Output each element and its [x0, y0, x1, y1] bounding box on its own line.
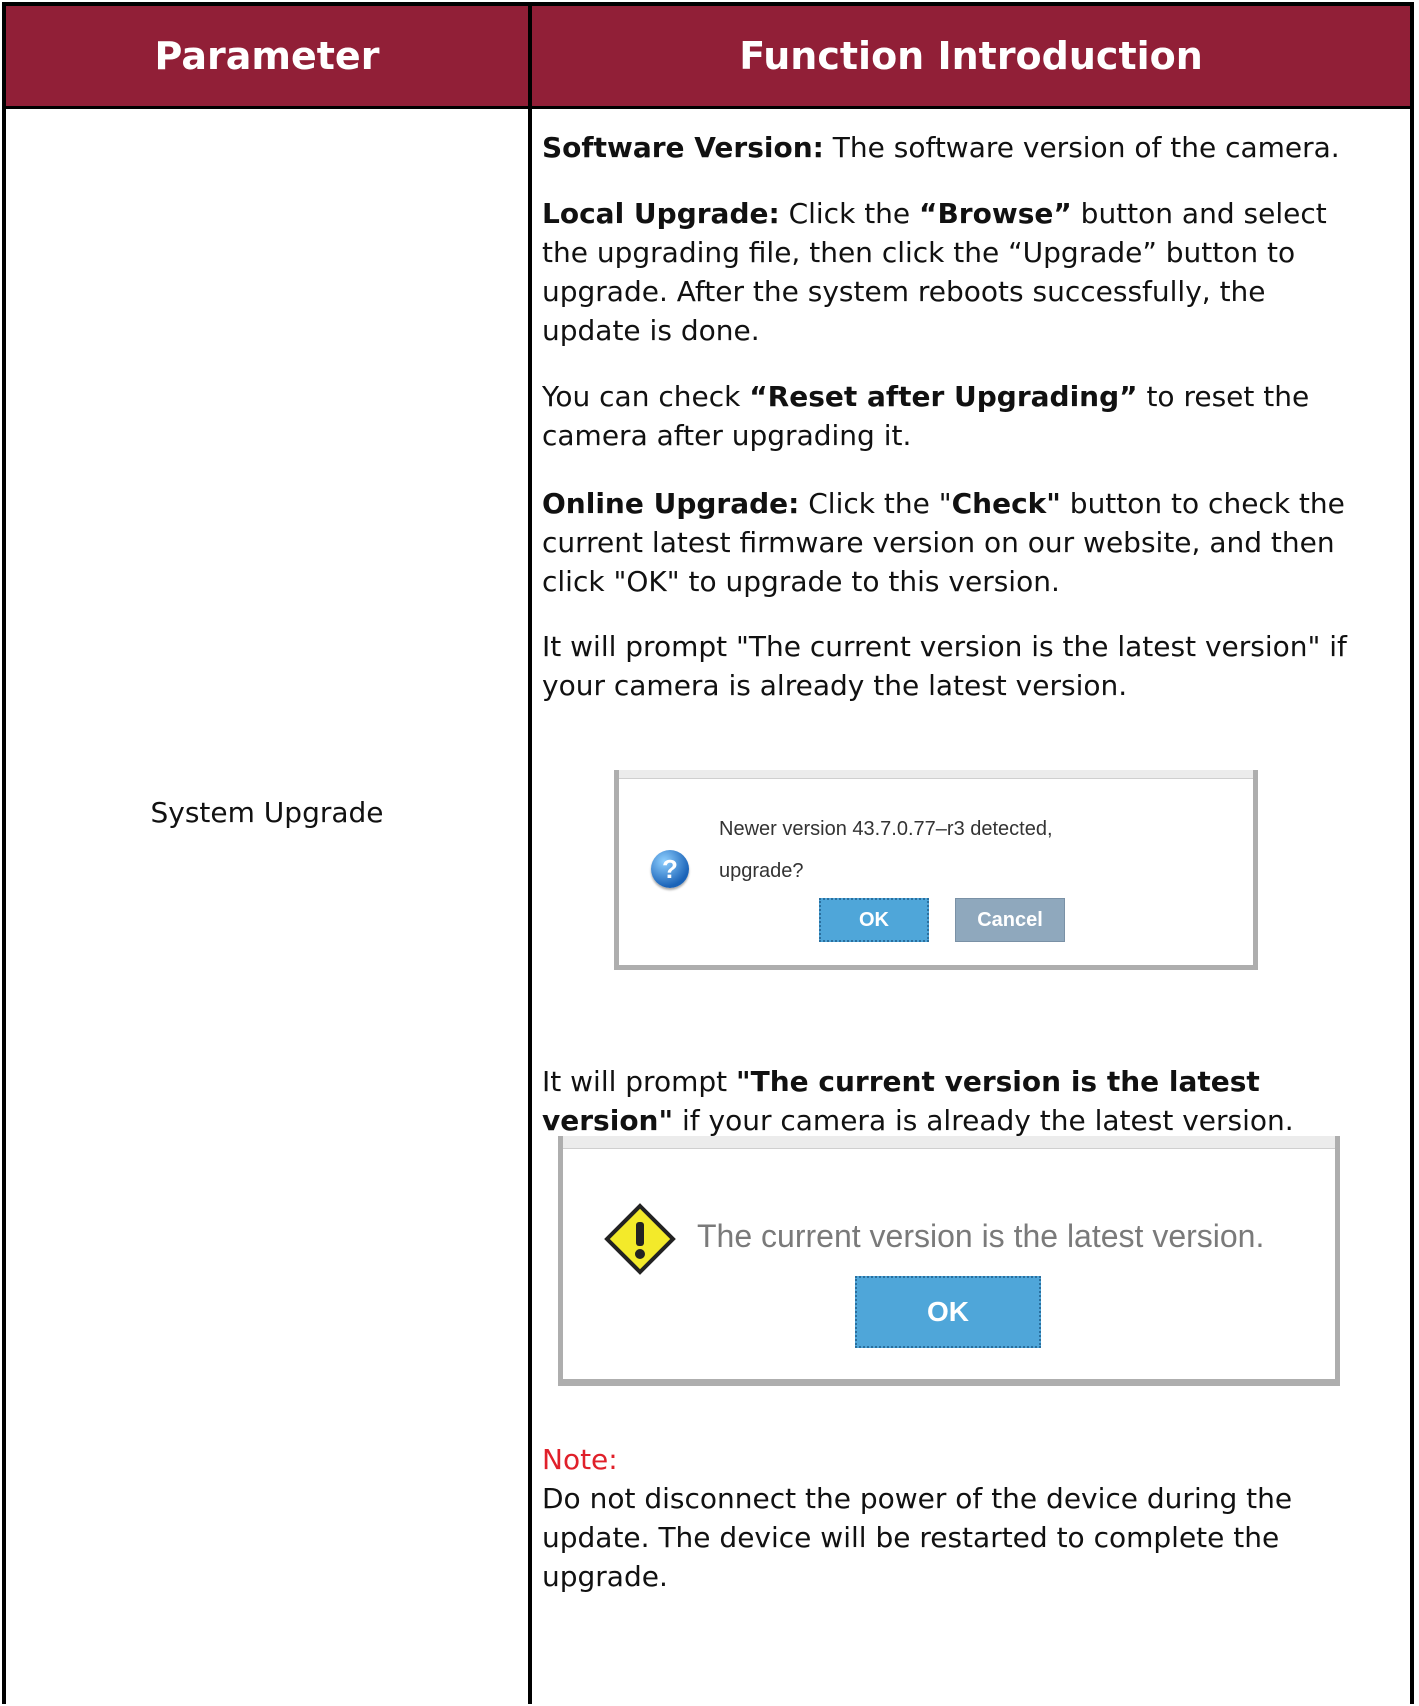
- software-version-label: Software Version:: [542, 131, 824, 164]
- ok-button[interactable]: OK: [819, 898, 929, 942]
- function-description: Software Version: The software version o…: [542, 128, 1372, 705]
- newer-version-message: Newer version 43.7.0.77–r3 detected, upg…: [719, 808, 1053, 892]
- online-upgrade-paragraph: Online Upgrade: Click the "Check" button…: [542, 484, 1372, 601]
- local-upgrade-text: Click the: [779, 197, 920, 230]
- local-upgrade-label: Local Upgrade:: [542, 197, 780, 230]
- prompt-2-text: It will prompt: [542, 1065, 737, 1098]
- latest-version-message: The current version is the latest versio…: [697, 1218, 1265, 1254]
- reset-paragraph: You can check “Reset after Upgrading” to…: [542, 377, 1372, 455]
- header-parameter: Parameter: [154, 34, 380, 78]
- reset-after-upgrading-label: “Reset after Upgrading”: [749, 380, 1138, 413]
- question-icon: ?: [651, 850, 689, 888]
- prompt-paragraph-2: It will prompt "The current version is t…: [542, 1062, 1372, 1140]
- newer-version-dialog: ? Newer version 43.7.0.77–r3 detected, u…: [614, 770, 1258, 970]
- prompt-paragraph-2-block: It will prompt "The current version is t…: [542, 1062, 1372, 1140]
- local-upgrade-paragraph: Local Upgrade: Click the “Browse” button…: [542, 194, 1372, 350]
- ok-button[interactable]: OK: [855, 1276, 1041, 1348]
- software-version-paragraph: Software Version: The software version o…: [542, 128, 1372, 167]
- dialog-title-bar: [619, 770, 1253, 779]
- note-label: Note:: [542, 1443, 618, 1476]
- reset-text: You can check: [542, 380, 750, 413]
- latest-version-dialog: The current version is the latest versio…: [558, 1136, 1340, 1386]
- newer-version-line-1: Newer version 43.7.0.77–r3 detected,: [719, 818, 1053, 840]
- column-divider: [528, 6, 532, 1704]
- browse-label: “Browse”: [919, 197, 1072, 230]
- online-upgrade-text: Click the ": [799, 487, 952, 520]
- cancel-button[interactable]: Cancel: [955, 898, 1065, 942]
- warning-icon: [604, 1203, 676, 1275]
- dialog-title-bar: [563, 1136, 1335, 1149]
- table-header: Parameter Function Introduction: [6, 6, 1410, 109]
- prompt-2-text-2: if your camera is already the latest ver…: [673, 1104, 1294, 1137]
- note-text: Do not disconnect the power of the devic…: [542, 1482, 1293, 1593]
- parameter-name: System Upgrade: [150, 796, 384, 829]
- note-block: Note: Do not disconnect the power of the…: [542, 1440, 1372, 1596]
- software-version-text: The software version of the camera.: [823, 131, 1340, 164]
- prompt-paragraph-1: It will prompt "The current version is t…: [542, 630, 1347, 702]
- online-upgrade-label: Online Upgrade:: [542, 487, 800, 520]
- header-function-introduction: Function Introduction: [739, 34, 1203, 78]
- newer-version-line-2: upgrade?: [719, 860, 804, 882]
- check-label: Check": [951, 487, 1061, 520]
